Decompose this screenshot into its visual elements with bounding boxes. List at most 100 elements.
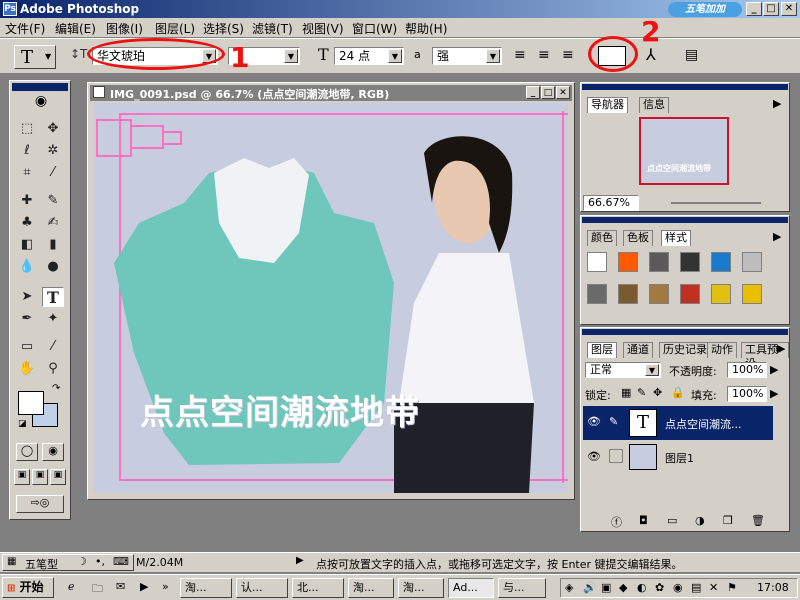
clone-stamp-tool-icon[interactable]: ♣ bbox=[16, 213, 38, 233]
new-layer-icon[interactable]: ❐ bbox=[723, 514, 733, 527]
opacity-field[interactable]: 100% bbox=[727, 362, 767, 378]
ime-punct-icon[interactable]: •, bbox=[95, 555, 105, 568]
align-right-icon[interactable]: ≡ bbox=[562, 48, 574, 62]
lock-position-icon[interactable]: ✥ bbox=[653, 386, 662, 399]
tray-icon[interactable]: ◉ bbox=[673, 581, 683, 594]
zoom-slider[interactable] bbox=[671, 202, 761, 204]
menu-filter[interactable]: 滤镜(T) bbox=[252, 20, 293, 37]
healing-brush-tool-icon[interactable]: ✚ bbox=[16, 191, 38, 211]
visibility-eye-icon[interactable]: 👁 bbox=[587, 415, 601, 428]
style-swatch[interactable] bbox=[711, 252, 731, 272]
palettes-toggle-icon[interactable]: ▤ bbox=[685, 47, 698, 63]
default-colors-icon[interactable]: ◪ bbox=[18, 419, 27, 429]
jump-to-imageready-button[interactable]: ⇨◎ bbox=[16, 495, 64, 513]
style-swatch[interactable] bbox=[680, 252, 700, 272]
marquee-tool-icon[interactable]: ⬚ bbox=[16, 119, 38, 139]
tray-icon[interactable]: ✿ bbox=[655, 581, 664, 594]
lock-transparency-icon[interactable]: ▦ bbox=[621, 386, 631, 399]
style-swatch[interactable] bbox=[711, 284, 731, 304]
task-button-active[interactable]: Ad... bbox=[448, 578, 494, 598]
swap-colors-icon[interactable]: ↷ bbox=[52, 383, 60, 394]
visibility-eye-icon[interactable]: 👁 bbox=[587, 450, 601, 463]
notes-tool-icon[interactable]: ▭ bbox=[16, 337, 38, 357]
standard-mode-button[interactable]: ◯ bbox=[16, 443, 38, 461]
font-size-select[interactable]: 24 点 ▼ bbox=[334, 47, 404, 65]
style-swatch[interactable] bbox=[649, 252, 669, 272]
menu-edit[interactable]: 编辑(E) bbox=[55, 20, 96, 37]
quick-mask-button[interactable]: ◉ bbox=[42, 443, 64, 461]
tab-navigator[interactable]: 导航器 bbox=[587, 97, 628, 113]
task-button[interactable]: 淘... bbox=[398, 578, 444, 598]
tab-swatches[interactable]: 色板 bbox=[623, 230, 653, 246]
doc-close-button[interactable]: ✕ bbox=[556, 86, 570, 99]
style-swatch[interactable] bbox=[618, 284, 638, 304]
pen-tool-icon[interactable]: ✒ bbox=[16, 309, 38, 329]
tray-icon[interactable]: ⚑ bbox=[727, 581, 737, 594]
trash-icon[interactable]: 🗑 bbox=[751, 514, 765, 527]
layer-mask-icon[interactable]: ◘ bbox=[639, 514, 648, 527]
tab-info[interactable]: 信息 bbox=[639, 97, 669, 113]
eraser-tool-icon[interactable]: ◧ bbox=[16, 235, 38, 255]
type-tool-icon[interactable]: T bbox=[42, 287, 64, 307]
tray-icon[interactable]: ◆ bbox=[619, 581, 627, 594]
doc-minimize-button[interactable]: _ bbox=[526, 86, 540, 99]
menu-view[interactable]: 视图(V) bbox=[302, 20, 344, 37]
menu-window[interactable]: 窗口(W) bbox=[352, 20, 397, 37]
panel-menu-icon[interactable]: ▶ bbox=[773, 230, 781, 243]
brush-tool-icon[interactable]: ✎ bbox=[42, 191, 64, 211]
magic-wand-tool-icon[interactable]: ✲ bbox=[42, 141, 64, 161]
soft-keyboard-icon[interactable]: ⌨ bbox=[113, 555, 129, 568]
move-tool-icon[interactable]: ✥ bbox=[42, 119, 64, 139]
outlook-quicklaunch-icon[interactable]: ✉ bbox=[116, 580, 125, 593]
maximize-button[interactable]: □ bbox=[763, 2, 779, 16]
align-left-icon[interactable]: ≡ bbox=[514, 48, 526, 62]
layer-row[interactable]: 👁 ✎ T 点点空间潮流... bbox=[583, 406, 773, 440]
minimize-button[interactable]: _ bbox=[746, 2, 762, 16]
tab-styles[interactable]: 样式 bbox=[661, 230, 691, 246]
style-swatch[interactable] bbox=[649, 284, 669, 304]
blend-mode-select[interactable]: 正常 ▼ bbox=[585, 362, 661, 378]
menu-file[interactable]: 文件(F) bbox=[5, 20, 45, 37]
tab-layers[interactable]: 图层 bbox=[587, 342, 617, 358]
screen-mode-full-button[interactable]: ▣ bbox=[50, 469, 66, 485]
zoom-tool-icon[interactable]: ⚲ bbox=[42, 359, 64, 379]
menu-help[interactable]: 帮助(H) bbox=[405, 20, 447, 37]
task-button[interactable]: 认... bbox=[236, 578, 288, 598]
tray-icon[interactable]: ▤ bbox=[691, 581, 701, 594]
ime-half-width-icon[interactable]: ☽ bbox=[77, 555, 87, 568]
custom-shape-tool-icon[interactable]: ✦ bbox=[42, 309, 64, 329]
new-group-icon[interactable]: ▭ bbox=[667, 514, 677, 527]
task-button[interactable]: 与... bbox=[498, 578, 546, 598]
tool-preset-picker[interactable]: T ▼ bbox=[14, 45, 56, 69]
tray-icon[interactable]: ◐ bbox=[637, 581, 647, 594]
hand-tool-icon[interactable]: ✋ bbox=[16, 359, 38, 379]
overlay-text[interactable]: 点点空间潮流地带 bbox=[140, 385, 420, 434]
brush-link-icon[interactable]: ✎ bbox=[609, 415, 618, 428]
adjustment-layer-icon[interactable]: ◑ bbox=[695, 514, 705, 527]
task-button[interactable]: 北... bbox=[292, 578, 344, 598]
style-swatch[interactable] bbox=[587, 252, 607, 272]
tab-history[interactable]: 历史记录 bbox=[659, 342, 711, 358]
tray-icon[interactable]: ◈ bbox=[565, 581, 573, 594]
anti-alias-select[interactable]: 强 ▼ bbox=[432, 47, 502, 65]
style-swatch[interactable] bbox=[587, 284, 607, 304]
menu-layer[interactable]: 图层(L) bbox=[155, 20, 195, 37]
tab-channels[interactable]: 通道 bbox=[623, 342, 653, 358]
tab-color[interactable]: 颜色 bbox=[587, 230, 617, 246]
screen-mode-full-menu-button[interactable]: ▣ bbox=[32, 469, 48, 485]
doc-maximize-button[interactable]: □ bbox=[541, 86, 555, 99]
tray-icon[interactable]: ▣ bbox=[601, 581, 611, 594]
path-selection-tool-icon[interactable]: ➤ bbox=[16, 287, 38, 307]
style-swatch[interactable] bbox=[618, 252, 638, 272]
link-box[interactable] bbox=[609, 449, 623, 463]
task-button[interactable]: 淘... bbox=[348, 578, 394, 598]
lock-all-icon[interactable]: 🔒 bbox=[671, 386, 685, 399]
crop-tool-icon[interactable]: ⌗ bbox=[16, 163, 38, 183]
history-brush-tool-icon[interactable]: ✍ bbox=[42, 213, 64, 233]
volume-icon[interactable]: 🔊 bbox=[583, 581, 597, 594]
panel-menu-icon[interactable]: ▶ bbox=[777, 342, 785, 355]
lasso-tool-icon[interactable]: ℓ bbox=[16, 141, 38, 161]
navigator-zoom-field[interactable]: 66.67% bbox=[583, 195, 639, 211]
fill-field[interactable]: 100% bbox=[727, 386, 767, 402]
eyedropper-tool-icon[interactable]: ⁄ bbox=[42, 337, 64, 357]
